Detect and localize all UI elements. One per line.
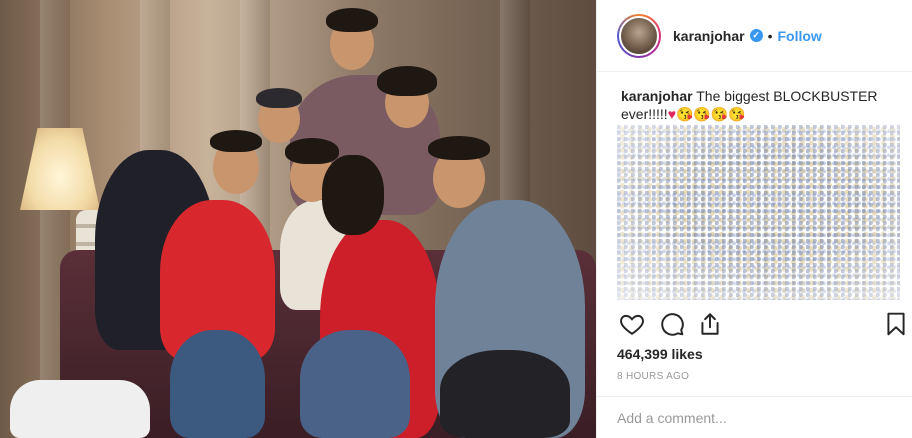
instagram-post: karanjohar ✓ • Follow karanjohar The big… [0, 0, 912, 438]
share-icon[interactable] [697, 311, 723, 337]
comment-icon[interactable] [659, 311, 685, 337]
follow-button[interactable]: Follow [778, 28, 822, 44]
action-bar [619, 311, 909, 339]
blurred-region [617, 125, 900, 300]
hair [210, 130, 262, 152]
kiss-emojis: 😘😘😘😘 [676, 106, 746, 122]
hair [428, 136, 490, 160]
hair [377, 66, 437, 96]
comment-input[interactable] [617, 409, 887, 426]
person-denim [300, 330, 410, 438]
lamp-shade [20, 128, 100, 210]
heart-icon[interactable] [619, 311, 645, 337]
avatar-image [619, 15, 659, 56]
person-jeans [170, 330, 265, 438]
avatar[interactable] [617, 13, 661, 58]
heart-emoji: ♥ [667, 106, 676, 122]
likes-count[interactable]: 464,399 likes [617, 346, 703, 362]
post-side-panel: karanjohar ✓ • Follow karanjohar The big… [596, 0, 912, 438]
person-black-pants [440, 350, 570, 438]
verified-badge-icon: ✓ [749, 29, 763, 42]
username[interactable]: karanjohar [673, 28, 745, 44]
separator-dot: • [767, 27, 773, 44]
hair [285, 138, 339, 164]
post-photo[interactable] [0, 0, 596, 438]
hair [256, 88, 302, 108]
post-timestamp[interactable]: 8 HOURS AGO [617, 371, 689, 382]
hair [322, 155, 384, 235]
comment-bar [597, 396, 912, 438]
bookmark-icon[interactable] [883, 311, 909, 337]
hair [326, 8, 378, 32]
caption-username[interactable]: karanjohar [621, 88, 693, 104]
caption: karanjohar The biggest BLOCKBUSTER ever!… [621, 87, 891, 123]
post-header: karanjohar ✓ • Follow [597, 0, 912, 72]
sneaker [10, 380, 150, 438]
